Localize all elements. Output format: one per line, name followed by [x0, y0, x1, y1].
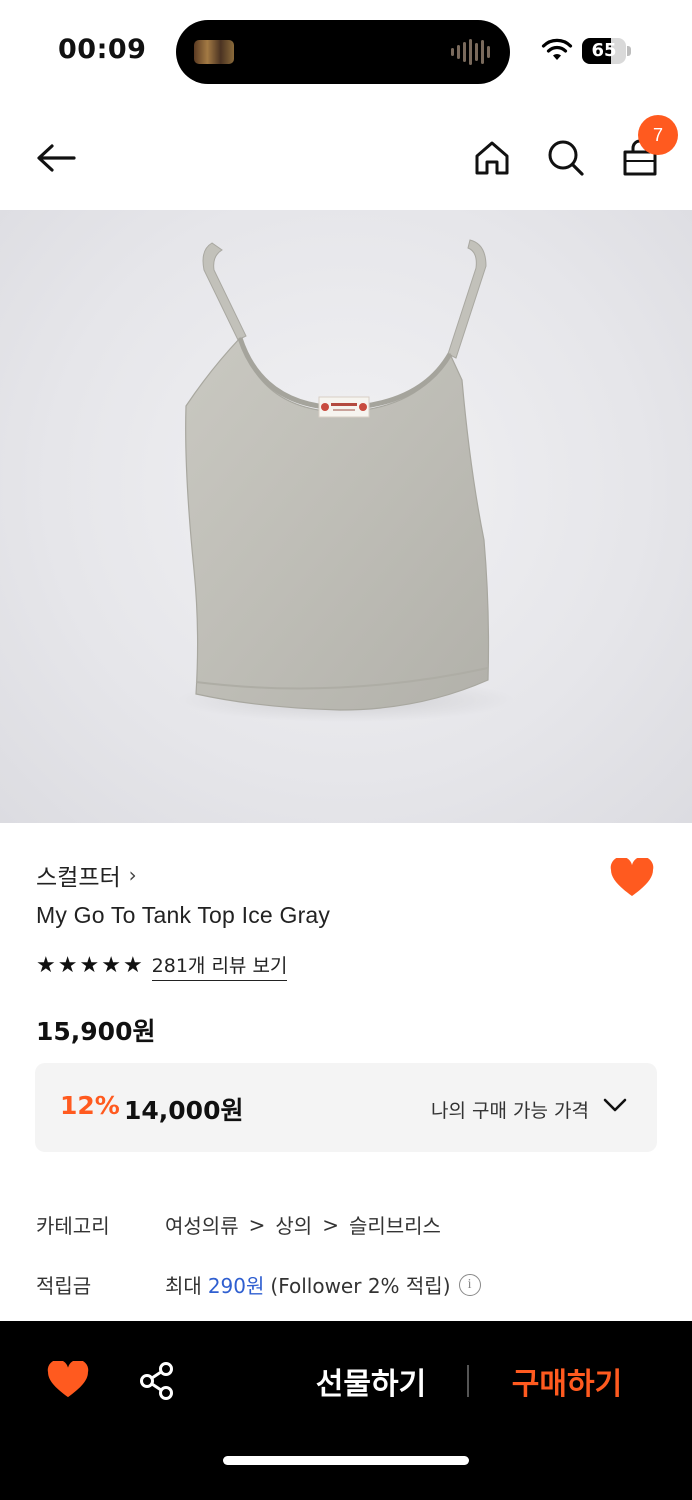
points-value: 최대 290원 (Follower 2% 적립) i: [165, 1270, 481, 1299]
rating-row: ★ ★ ★ ★ ★ 281개 리뷰 보기: [36, 951, 288, 981]
star-icon: ★: [79, 953, 100, 978]
bottom-action-bar: 선물하기 구매하기: [0, 1321, 692, 1500]
battery-level: 65: [591, 40, 617, 61]
heart-icon: [610, 856, 654, 896]
buy-button[interactable]: 구매하기: [496, 1359, 638, 1403]
top-nav-bar: 7: [0, 100, 692, 210]
sale-price: 14,000원: [124, 1096, 244, 1125]
points-amount: 290원: [207, 1274, 265, 1298]
home-button[interactable]: [468, 134, 516, 182]
now-playing-thumbnail: [194, 40, 234, 64]
star-icon: ★: [122, 953, 143, 978]
chevron-down-icon: [603, 1098, 627, 1112]
status-bar: 00:09 65: [0, 0, 692, 100]
divider: [467, 1365, 469, 1397]
chevron-right-icon: >: [322, 1212, 339, 1237]
status-time: 00:09: [58, 34, 147, 65]
category-link[interactable]: 여성의류: [165, 1210, 239, 1239]
my-price-label: 나의 구매 가능 가격: [431, 1100, 589, 1122]
category-label: 카테고리: [36, 1214, 110, 1238]
arrow-left-icon: [37, 144, 76, 172]
my-price-dropdown[interactable]: 12% 14,000원 나의 구매 가능 가격: [35, 1063, 657, 1152]
chevron-right-icon: >: [248, 1212, 266, 1237]
bottom-wishlist-button[interactable]: [47, 1359, 89, 1401]
points-prefix: 최대: [165, 1274, 202, 1298]
search-button[interactable]: [542, 134, 590, 182]
back-button[interactable]: [32, 134, 80, 182]
share-button[interactable]: [138, 1361, 176, 1401]
star-icon: ★: [101, 953, 121, 978]
rating-stars: ★ ★ ★ ★ ★: [36, 953, 143, 979]
category-path: 여성의류 > 상의 > 슬리브리스: [165, 1210, 441, 1239]
search-icon: [548, 140, 584, 176]
points-suffix: (Follower 2% 적립): [270, 1274, 451, 1298]
chevron-right-icon: ›: [128, 863, 137, 887]
star-icon: ★: [36, 953, 56, 978]
category-row: 카테고리 여성의류 > 상의 > 슬리브리스: [36, 1210, 441, 1239]
home-indicator: [223, 1456, 469, 1465]
home-icon: [475, 141, 509, 175]
category-link[interactable]: 슬리브리스: [349, 1210, 441, 1239]
battery-icon: 65: [582, 38, 631, 64]
star-icon: ★: [57, 953, 78, 978]
heart-icon: [47, 1359, 89, 1398]
audio-wave-icon: [451, 38, 490, 66]
share-icon: [140, 1362, 173, 1400]
brand-name: 스컬프터: [36, 865, 121, 891]
brand-link[interactable]: 스컬프터 ›: [36, 858, 137, 892]
tank-top-image: [176, 239, 516, 722]
points-row: 적립금 최대 290원 (Follower 2% 적립) i: [36, 1270, 481, 1299]
review-link[interactable]: 281개 리뷰 보기: [151, 951, 288, 981]
gift-button[interactable]: 선물하기: [300, 1359, 442, 1403]
dynamic-island: [176, 20, 510, 84]
original-price: 15,900원: [36, 1017, 156, 1046]
product-title: My Go To Tank Top Ice Gray: [36, 902, 331, 928]
category-link[interactable]: 상의: [275, 1210, 312, 1239]
points-label: 적립금: [36, 1274, 92, 1298]
wifi-icon: [541, 38, 573, 60]
wishlist-button[interactable]: [610, 856, 654, 902]
discount-rate: 12%: [60, 1091, 120, 1120]
info-icon[interactable]: i: [458, 1273, 481, 1296]
cart-count-badge: 7: [638, 115, 678, 155]
product-image[interactable]: [0, 210, 692, 823]
